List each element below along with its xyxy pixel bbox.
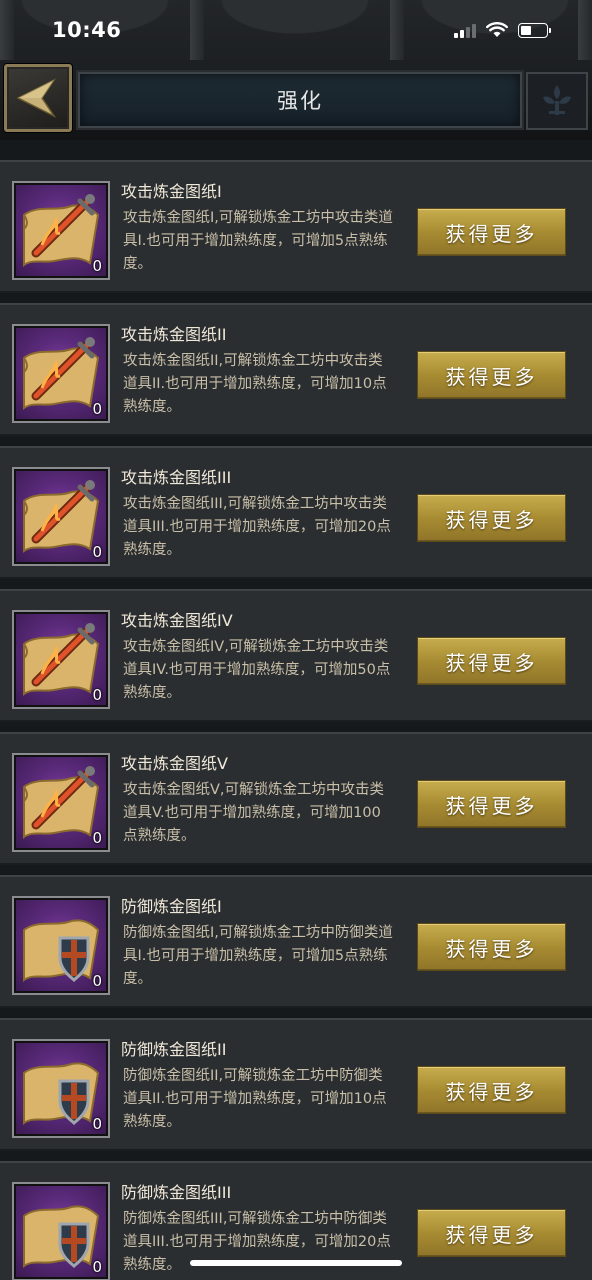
item-name: 防御炼金图纸I — [121, 897, 222, 916]
list-item: 0 防御炼金图纸II 防御炼金图纸II,可解锁炼金工坊中防御类道具II.也可用于增加… — [0, 1018, 592, 1151]
scroll-shield-icon: 0 — [16, 900, 106, 991]
list-item: 0 防御炼金图纸I 防御炼金图纸I,可解锁炼金工坊中防御类道具I.也可用于增加熟练度… — [0, 875, 592, 1008]
item-description: 防御炼金图纸I,可解锁炼金工坊中防御类道具I.也可用于增加熟练度，可增加5点熟练… — [123, 925, 393, 987]
item-name: 防御炼金图纸II — [121, 1040, 227, 1059]
item-name: 防御炼金图纸III — [121, 1183, 232, 1202]
get-more-button[interactable]: 获得更多 — [417, 780, 566, 828]
item-count: 0 — [92, 829, 102, 847]
item-name: 攻击炼金图纸IV — [121, 611, 233, 630]
home-indicator[interactable] — [190, 1260, 402, 1266]
item-count: 0 — [92, 686, 102, 704]
item-count: 0 — [92, 1115, 102, 1133]
item-description: 攻击炼金图纸V,可解锁炼金工坊中攻击类道具V.也可用于增加熟练度，可增加100点… — [123, 782, 385, 844]
list-item: 0 攻击炼金图纸V 攻击炼金图纸V,可解锁炼金工坊中攻击类道具V.也可用于增加熟练度… — [0, 732, 592, 865]
nav-bar: 强化 — [0, 60, 592, 138]
item-name: 攻击炼金图纸III — [121, 468, 232, 487]
item-description: 攻击炼金图纸III,可解锁炼金工坊中攻击类道具III.也可用于增加熟练度，可增加… — [123, 496, 391, 558]
status-icons — [454, 22, 551, 38]
status-time: 10:46 — [52, 18, 122, 42]
item-description: 攻击炼金图纸I,可解锁炼金工坊中攻击类道具I.也可用于增加熟练度，可增加5点熟练… — [123, 210, 393, 272]
scroll-sword-icon: 0 — [16, 614, 106, 705]
list-item: 0 攻击炼金图纸III 攻击炼金图纸III,可解锁炼金工坊中攻击类道具III.也可用… — [0, 446, 592, 579]
battery-icon — [518, 22, 551, 38]
item-icon-frame[interactable]: 0 — [12, 181, 110, 280]
scroll-shield-icon: 0 — [16, 1186, 106, 1277]
wifi-icon — [486, 22, 508, 37]
scroll-shield-icon: 0 — [16, 1043, 106, 1134]
item-icon-frame[interactable]: 0 — [12, 896, 110, 995]
get-more-button[interactable]: 获得更多 — [417, 1209, 566, 1257]
get-more-button[interactable]: 获得更多 — [417, 1066, 566, 1114]
item-count: 0 — [92, 1258, 102, 1276]
item-name: 攻击炼金图纸V — [121, 754, 228, 773]
item-count: 0 — [92, 400, 102, 418]
scroll-sword-icon: 0 — [16, 185, 106, 276]
emblem-decoration — [526, 72, 588, 130]
item-count: 0 — [92, 972, 102, 990]
get-more-button[interactable]: 获得更多 — [417, 494, 566, 542]
list-item: 0 攻击炼金图纸I 攻击炼金图纸I,可解锁炼金工坊中攻击类道具I.也可用于增加熟练度… — [0, 160, 592, 293]
item-icon-frame[interactable]: 0 — [12, 1039, 110, 1138]
scroll-sword-icon: 0 — [16, 328, 106, 419]
title-plate: 强化 — [78, 72, 522, 128]
cellular-signal-icon — [454, 22, 476, 38]
item-name: 攻击炼金图纸I — [121, 182, 222, 201]
scroll-sword-icon: 0 — [16, 757, 106, 848]
item-icon-frame[interactable]: 0 — [12, 753, 110, 852]
item-icon-frame[interactable]: 0 — [12, 1182, 110, 1280]
item-description: 攻击炼金图纸IV,可解锁炼金工坊中攻击类道具IV.也可用于增加熟练度，可增加50… — [123, 639, 391, 701]
get-more-button[interactable]: 获得更多 — [417, 208, 566, 256]
list-item: 0 攻击炼金图纸II 攻击炼金图纸II,可解锁炼金工坊中攻击类道具II.也可用于增加… — [0, 303, 592, 436]
item-description: 攻击炼金图纸II,可解锁炼金工坊中攻击类道具II.也可用于增加熟练度，可增加10… — [123, 353, 387, 415]
get-more-button[interactable]: 获得更多 — [417, 351, 566, 399]
list-item: 0 攻击炼金图纸IV 攻击炼金图纸IV,可解锁炼金工坊中攻击类道具IV.也可用于增加… — [0, 589, 592, 722]
item-count: 0 — [92, 543, 102, 561]
get-more-button[interactable]: 获得更多 — [417, 637, 566, 685]
fleur-emblem-icon — [543, 85, 571, 115]
item-icon-frame[interactable]: 0 — [12, 467, 110, 566]
back-button[interactable] — [4, 64, 72, 132]
item-count: 0 — [92, 257, 102, 275]
status-bar: 10:46 — [0, 0, 592, 60]
item-icon-frame[interactable]: 0 — [12, 324, 110, 423]
page-title: 强化 — [277, 89, 323, 113]
item-icon-frame[interactable]: 0 — [12, 610, 110, 709]
back-arrow-icon — [16, 78, 57, 118]
item-description: 防御炼金图纸II,可解锁炼金工坊中防御类道具II.也可用于增加熟练度，可增加10… — [123, 1068, 387, 1130]
get-more-button[interactable]: 获得更多 — [417, 923, 566, 971]
item-description: 防御炼金图纸III,可解锁炼金工坊中防御类道具III.也可用于增加熟练度，可增加… — [123, 1211, 391, 1273]
scroll-sword-icon: 0 — [16, 471, 106, 562]
item-name: 攻击炼金图纸II — [121, 325, 227, 344]
